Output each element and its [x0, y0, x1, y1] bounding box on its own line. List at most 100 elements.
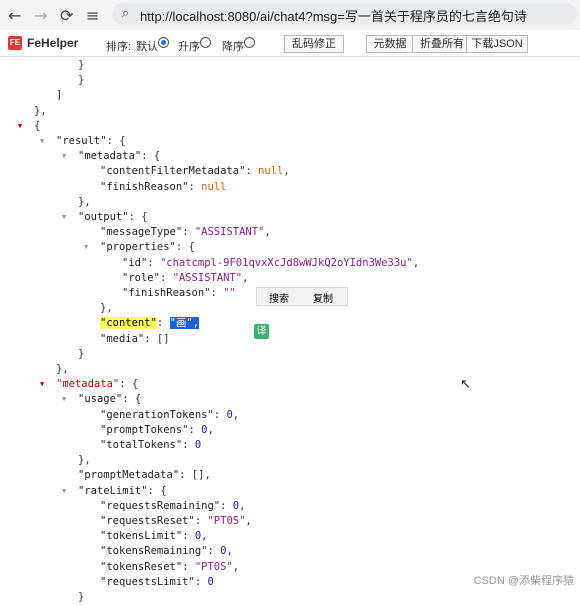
json-token-punc: , — [232, 408, 240, 421]
json-token-key: "messageType" — [100, 226, 183, 239]
json-token-key: "properties" — [100, 241, 176, 254]
json-row: } — [78, 346, 84, 362]
fold-all-button[interactable]: 折叠所有 — [412, 35, 472, 53]
json-token-punc: : — [213, 408, 227, 421]
json-token-key: "result" — [56, 135, 107, 147]
raw-data-button[interactable]: 元数据 — [366, 35, 414, 53]
json-token-key: "promptTokens" — [100, 423, 189, 436]
json-token-punc: } — [78, 59, 85, 71]
json-token-key: "generationTokens" — [100, 408, 214, 421]
json-token-punc: : — [220, 499, 233, 512]
json-row: "contentFilterMetadata": null, — [100, 163, 290, 179]
json-token-hl-val: "画", — [169, 317, 200, 330]
sort-default-radio[interactable] — [158, 37, 169, 48]
json-row: "requestsRemaining": 0, — [100, 498, 245, 514]
download-json-button[interactable]: 下载JSON — [466, 35, 528, 53]
json-object-row: ▼{ — [18, 118, 41, 134]
json-token-punc: : { — [106, 135, 126, 147]
json-row: }, — [34, 103, 47, 119]
sort-label: 排序: — [106, 41, 132, 53]
json-token-punc: : — [194, 575, 208, 588]
collapse-toggle-icon[interactable]: ▼ — [84, 243, 88, 251]
address-bar[interactable]: ⌕ http://localhost:8080/ai/chat4?msg=写一首… — [112, 3, 577, 25]
json-token-punc: : — [194, 515, 208, 527]
browser-toolbar: ← → ⟳ ≡ ⌕ http://localhost:8080/ai/chat4… — [0, 0, 580, 30]
collapse-toggle-icon[interactable]: ▼ — [18, 122, 22, 130]
json-token-key: "finishReason" — [122, 287, 211, 299]
json-token-punc: { — [34, 119, 41, 132]
copy-button[interactable]: 复制 — [313, 290, 333, 305]
sort-desc-radio[interactable] — [244, 37, 255, 48]
json-token-punc: : { — [119, 378, 139, 391]
json-token-punc: : — [156, 317, 170, 330]
json-token-punc: , — [226, 545, 233, 558]
url-text[interactable]: http://localhost:8080/ai/chat4?msg=写一首关于… — [140, 6, 527, 25]
json-token-punc: }, — [56, 363, 69, 375]
sort-asc-label: 升序 — [178, 41, 200, 53]
json-token-key: "requestsRemaining" — [100, 499, 221, 512]
json-row: "promptMetadata": [], — [78, 467, 211, 483]
json-row: "finishReason": null — [100, 179, 226, 195]
json-token-punc: : — [147, 256, 160, 269]
collapse-toggle-icon[interactable]: ▼ — [40, 137, 44, 145]
json-row: "generationTokens": 0, — [100, 407, 239, 423]
json-token-key: "requestsLimit" — [100, 575, 195, 588]
json-token-key: "contentFilterMetadata" — [100, 165, 246, 178]
collapse-toggle-icon[interactable]: ▼ — [62, 152, 66, 160]
json-token-punc: : — [182, 530, 195, 543]
json-token-punc: : — [188, 423, 202, 436]
json-row: "totalTokens": 0 — [100, 437, 201, 453]
sort-asc-radio[interactable] — [200, 37, 211, 48]
json-row: "content": "画", — [100, 315, 200, 331]
json-token-punc: } — [78, 347, 85, 360]
json-row: "id": "chatcmpl-9F01qvxXcJd8wWJkQ2oYIdn3… — [122, 255, 419, 271]
forward-icon[interactable]: → — [34, 6, 47, 25]
json-row: } — [78, 72, 84, 88]
json-object-row: ▼ "result": { — [40, 133, 126, 149]
back-icon[interactable]: ← — [8, 6, 21, 25]
json-token-key: "tokensLimit" — [100, 530, 183, 543]
json-token-punc: : — [210, 287, 224, 299]
collapse-toggle-icon[interactable]: ▼ — [62, 487, 66, 495]
json-object-row: ▼ "metadata": { — [62, 148, 161, 164]
json-token-punc: : { — [128, 211, 148, 223]
json-token-num: 0 — [194, 439, 202, 451]
search-button[interactable]: 搜索 — [269, 290, 289, 305]
fehelper-toolbar: FE FeHelper 排序: 默认 升序 降序 乱码修正 元数据 折叠所有 下… — [0, 30, 580, 57]
json-token-key: "metadata" — [56, 378, 120, 391]
collapse-toggle-icon[interactable]: ▼ — [40, 380, 44, 388]
json-token-key: "media" — [100, 332, 145, 345]
json-token-punc: }, — [78, 195, 91, 208]
json-row: } — [78, 57, 84, 73]
json-token-nul: null — [258, 165, 284, 178]
site-settings-icon[interactable]: ≡ — [86, 6, 99, 25]
json-token-str: "chatcmpl-9F01qvxXcJd8wWJkQ2oYIdn3We33u" — [159, 256, 413, 269]
json-token-punc: }, — [78, 454, 91, 467]
json-token-punc: : { — [141, 150, 161, 163]
collapse-toggle-icon[interactable]: ▼ — [62, 213, 66, 221]
json-viewer: }}]}, ▼{▼ "result": {▼ "metadata": {"conten… — [0, 57, 580, 603]
translate-icon[interactable]: 译 — [254, 324, 269, 339]
json-token-punc: }, — [100, 302, 113, 315]
json-token-key: "id" — [122, 256, 148, 269]
json-token-punc: : — [245, 165, 259, 178]
json-object-row: ▼ "usage": { — [62, 391, 142, 407]
json-token-nul: null — [201, 180, 227, 193]
collapse-toggle-icon[interactable]: ▼ — [62, 395, 66, 403]
json-token-punc: : { — [122, 393, 142, 406]
json-row: "promptTokens": 0, — [100, 422, 214, 438]
json-object-row: ▼ "metadata": { — [40, 376, 139, 392]
json-token-punc: : — [182, 439, 195, 451]
json-token-punc: ] — [56, 89, 63, 102]
json-row: }, — [56, 361, 69, 377]
reload-icon[interactable]: ⟳ — [60, 6, 73, 25]
json-row: "messageType": "ASSISTANT", — [100, 224, 271, 240]
json-token-key: "totalTokens" — [100, 439, 183, 451]
json-token-punc: , — [283, 165, 290, 178]
json-token-punc: : { — [147, 484, 167, 497]
json-token-punc: , — [207, 423, 214, 436]
json-row: "tokensRemaining": 0, — [100, 543, 233, 559]
fix-encoding-button[interactable]: 乱码修正 — [284, 35, 344, 53]
json-token-key: "tokensRemaining" — [100, 545, 208, 558]
json-token-punc: : — [182, 560, 195, 573]
